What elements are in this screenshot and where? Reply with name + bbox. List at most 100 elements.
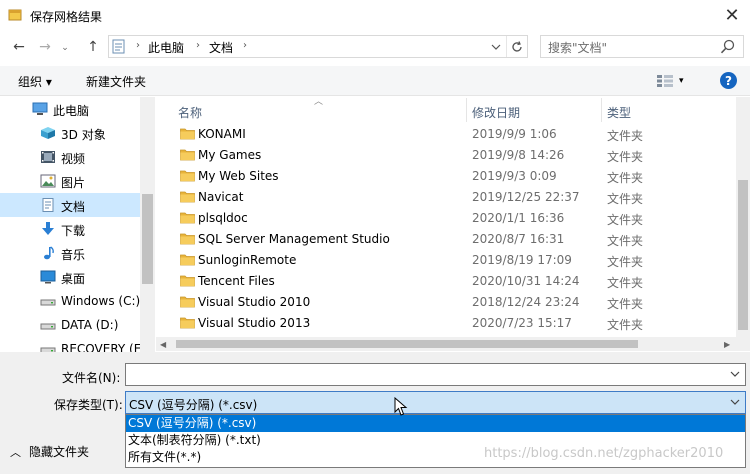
- window-title: 保存网格结果: [30, 10, 103, 24]
- file-name: Visual Studio 2013: [198, 316, 311, 330]
- new-folder-button[interactable]: 新建文件夹: [86, 73, 146, 90]
- sidebar-item[interactable]: 桌面: [0, 265, 140, 289]
- filetype-option-csv[interactable]: CSV (逗号分隔) (*.csv): [126, 415, 745, 432]
- file-name: SQL Server Management Studio: [198, 232, 390, 246]
- folder-icon: [180, 275, 195, 287]
- file-type: 文件夹: [607, 255, 644, 269]
- document-icon: [40, 198, 56, 212]
- file-date: 2019/9/9 1:06: [472, 127, 557, 141]
- file-date: 2019/12/25 22:37: [472, 190, 580, 204]
- sidebar-item[interactable]: 下载: [0, 217, 140, 241]
- table-row[interactable]: SQL Server Management Studio 2020/8/7 16:…: [170, 228, 736, 249]
- sidebar-item[interactable]: Windows (C:): [0, 289, 140, 313]
- file-name: plsqldoc: [198, 211, 248, 225]
- sidebar-item[interactable]: 3D 对象: [0, 121, 140, 145]
- sidebar-item-label: 视频: [61, 152, 86, 166]
- sidebar-item[interactable]: 文档: [0, 193, 140, 217]
- table-row[interactable]: plsqldoc 2020/1/1 16:36 文件夹: [170, 207, 736, 228]
- music-icon: [40, 246, 56, 260]
- folder-icon: [180, 191, 195, 203]
- scroll-left-arrow-icon[interactable]: ◀: [160, 340, 166, 349]
- organize-button[interactable]: 组织 ▾: [18, 73, 52, 90]
- table-row[interactable]: Visual Studio 2010 2018/12/24 23:24 文件夹: [170, 291, 736, 312]
- chevron-down-icon[interactable]: [728, 395, 742, 409]
- breadcrumb-chevron-icon[interactable]: ›: [136, 40, 140, 51]
- column-divider[interactable]: [466, 98, 467, 122]
- folder-icon: [180, 254, 195, 266]
- sidebar-item[interactable]: 此电脑: [0, 97, 140, 121]
- details-view-icon: [657, 75, 673, 87]
- breadcrumb-this-pc[interactable]: 此电脑: [148, 39, 184, 56]
- file-type: 文件夹: [607, 150, 644, 164]
- search-placeholder: 搜索"文档": [548, 41, 608, 55]
- sidebar-item[interactable]: DATA (D:): [0, 313, 140, 337]
- sidebar-item[interactable]: 音乐: [0, 241, 140, 265]
- file-name: My Web Sites: [198, 169, 279, 183]
- file-date: 2020/8/7 16:31: [472, 232, 565, 246]
- column-header-date[interactable]: 修改日期: [472, 104, 520, 121]
- filetype-label: 保存类型(T):: [54, 398, 123, 412]
- file-name: KONAMI: [198, 127, 246, 141]
- file-date: 2020/7/23 15:17: [472, 316, 572, 330]
- sidebar-item[interactable]: 视频: [0, 145, 140, 169]
- file-type: 文件夹: [607, 192, 644, 206]
- search-icon[interactable]: [720, 39, 736, 55]
- file-name: My Games: [198, 148, 262, 162]
- file-list-vertical-scrollbar-thumb[interactable]: [738, 180, 748, 330]
- table-row[interactable]: Navicat 2019/12/25 22:37 文件夹: [170, 186, 736, 207]
- table-row[interactable]: My Web Sites 2019/9/3 0:09 文件夹: [170, 165, 736, 186]
- table-row[interactable]: My Games 2019/9/8 14:26 文件夹: [170, 144, 736, 165]
- table-row[interactable]: KONAMI 2019/9/9 1:06 文件夹: [170, 123, 736, 144]
- hide-folders-button[interactable]: ︿ 隐藏文件夹: [10, 443, 89, 460]
- computer-icon: [32, 102, 48, 116]
- download-icon: [40, 222, 56, 236]
- folder-icon: [180, 233, 195, 245]
- up-arrow-icon[interactable]: ↑: [82, 37, 104, 57]
- file-name: SunloginRemote: [198, 253, 297, 267]
- table-row[interactable]: Tencent Files 2020/10/31 14:24 文件夹: [170, 270, 736, 291]
- help-button[interactable]: ?: [720, 72, 737, 89]
- sidebar-item-label: 图片: [61, 176, 86, 190]
- sidebar-item-label: 此电脑: [53, 104, 90, 118]
- folder-icon: [180, 170, 195, 182]
- sidebar-item[interactable]: 图片: [0, 169, 140, 193]
- view-options-button[interactable]: ▾: [656, 72, 696, 90]
- sidebar-item-label: Windows (C:): [61, 294, 141, 308]
- file-name: Tencent Files: [198, 274, 275, 288]
- recent-chevron-icon[interactable]: ⌄: [58, 38, 72, 58]
- filename-input[interactable]: [125, 363, 746, 386]
- breadcrumb-chevron-icon[interactable]: ›: [196, 40, 200, 51]
- folder-icon: [180, 128, 195, 140]
- mouse-cursor-icon: [394, 397, 408, 416]
- sort-ascending-icon: ︿: [314, 97, 324, 107]
- file-type: 文件夹: [607, 276, 644, 290]
- forward-arrow-icon[interactable]: →: [34, 37, 56, 57]
- app-icon: [8, 9, 22, 21]
- title-bar: [0, 0, 750, 32]
- cube-icon: [40, 126, 56, 140]
- chevron-down-icon: ▾: [679, 76, 684, 86]
- file-date: 2019/8/19 17:09: [472, 253, 572, 267]
- file-list-horizontal-scrollbar-thumb[interactable]: [176, 340, 638, 348]
- close-button[interactable]: ✕: [714, 0, 750, 30]
- table-row[interactable]: Visual Studio 2013 2020/7/23 15:17 文件夹: [170, 312, 736, 333]
- image-icon: [40, 174, 56, 188]
- back-arrow-icon[interactable]: ←: [8, 37, 30, 57]
- scroll-right-arrow-icon[interactable]: ▶: [724, 340, 730, 349]
- document-icon: [112, 39, 125, 54]
- refresh-icon[interactable]: [506, 36, 527, 57]
- file-name: Visual Studio 2010: [198, 295, 311, 309]
- table-row[interactable]: SunloginRemote 2019/8/19 17:09 文件夹: [170, 249, 736, 270]
- folder-icon: [180, 296, 195, 308]
- drive-icon: [40, 318, 56, 332]
- column-divider[interactable]: [601, 98, 602, 122]
- breadcrumb-chevron-icon[interactable]: ›: [243, 40, 247, 51]
- chevron-down-icon[interactable]: [486, 36, 506, 57]
- file-name: Navicat: [198, 190, 244, 204]
- navigation-scrollbar-thumb[interactable]: [142, 194, 153, 284]
- breadcrumb-documents[interactable]: 文档: [209, 39, 233, 56]
- column-header-name[interactable]: 名称: [178, 104, 202, 121]
- column-header-type[interactable]: 类型: [607, 104, 631, 121]
- chevron-down-icon[interactable]: [728, 367, 742, 381]
- file-date: 2019/9/8 14:26: [472, 148, 565, 162]
